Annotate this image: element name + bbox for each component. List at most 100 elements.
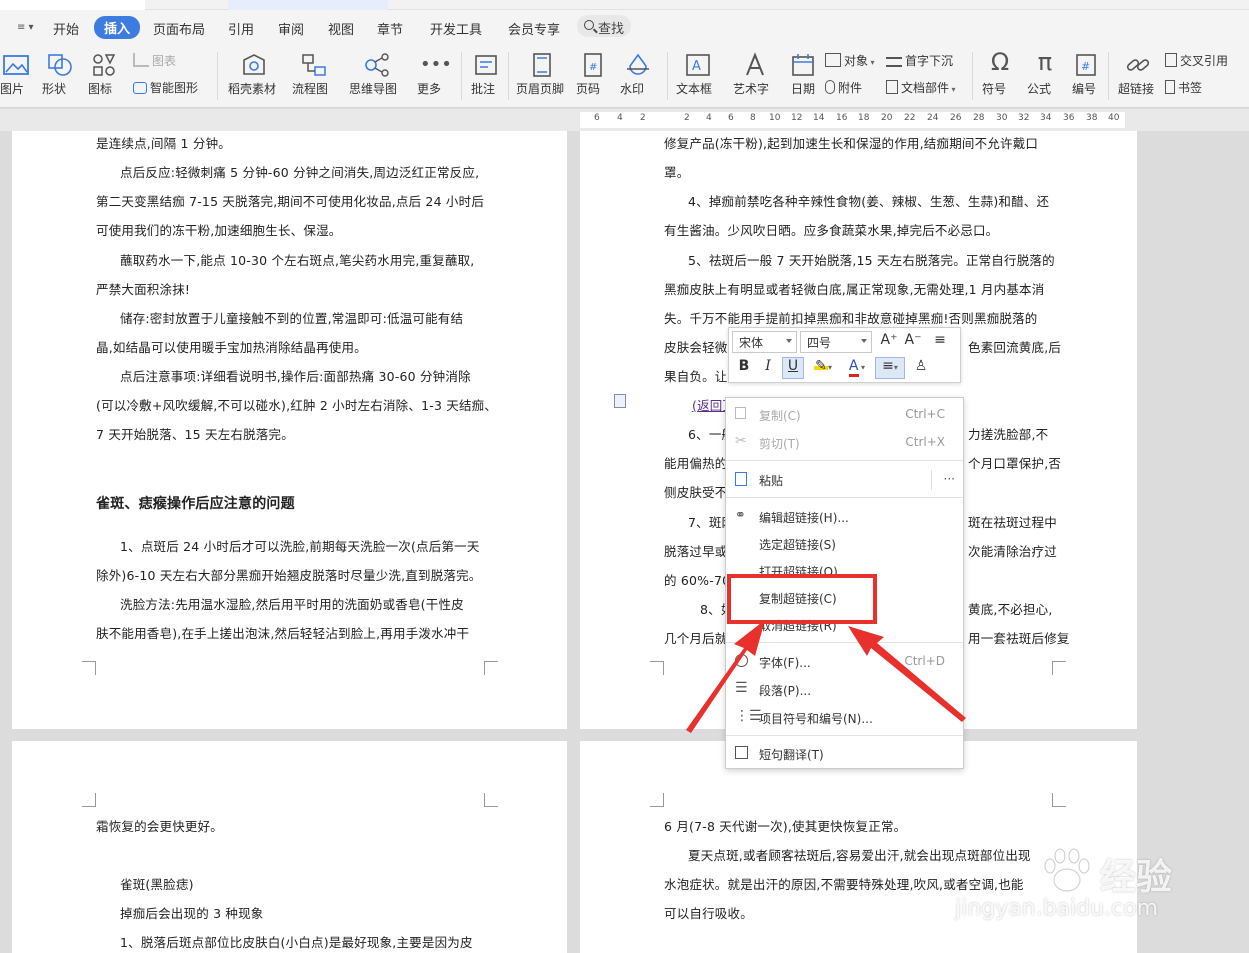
numbering-tool[interactable]: # 编号	[1070, 46, 1102, 106]
flowchart-tool[interactable]: 流程图	[290, 46, 338, 106]
menu-insert[interactable]: 插入	[94, 16, 141, 39]
paragraph-line: 是连续点,间隔 1 分钟。	[96, 136, 231, 151]
comment-icon	[475, 55, 497, 75]
mini-format-toolbar: 宋体 四号 A⁺ A⁻ ≡ B I U ✎▾ A ▾ ≡▾ ♙	[728, 327, 961, 383]
chart-tool[interactable]: 图表	[133, 52, 176, 72]
menu-paste[interactable]: 粘贴 ···	[726, 468, 963, 492]
paragraph-line: 严禁大面积涂抹!	[96, 282, 191, 297]
ruler-tick: 12	[791, 113, 803, 123]
menu-select-hyperlink[interactable]: 选定超链接(S)	[726, 532, 963, 556]
wordart-label: 艺术字	[733, 82, 770, 96]
dropcap-tool[interactable]: 首字下沉	[886, 52, 953, 72]
page-left-top[interactable]: 是连续点,间隔 1 分钟。 点后反应:轻微刺痛 5 分钟-60 分钟之间消失,周…	[12, 131, 567, 729]
paragraph-line: 脱落过早或	[664, 544, 728, 559]
paste-options-button[interactable]: ···	[944, 472, 955, 486]
margin-mark	[484, 661, 498, 675]
menu-page-layout[interactable]: 页面布局	[153, 19, 205, 38]
attachment-tool[interactable]: 附件	[825, 79, 862, 99]
grow-font-button[interactable]: A⁺	[879, 332, 899, 348]
page-left-bottom[interactable]: 霜恢复的会更快更好。 雀斑(黑脸痣) 掉痂后会出现的 3 种现象 1、脱落后斑点…	[12, 741, 567, 953]
bookmark-icon	[1165, 80, 1175, 94]
page-number-tool[interactable]: # 页码	[574, 46, 612, 106]
header-footer-tool[interactable]: 页眉页脚	[514, 46, 570, 106]
mindmap-tool[interactable]: 思维导图	[347, 46, 409, 106]
numbering-icon: #	[1076, 54, 1096, 76]
symbol-tool[interactable]: Ω 符号	[980, 46, 1018, 106]
menu-copy[interactable]: 复制(C) Ctrl+C	[726, 403, 963, 427]
more-label: 更多	[417, 82, 442, 96]
formula-label: 公式	[1027, 82, 1052, 96]
font-name-value: 宋体	[739, 336, 764, 350]
comment-tool[interactable]: 批注	[469, 46, 503, 106]
smart-shape-tool[interactable]: 智能图形	[133, 79, 198, 99]
menu-edit-hyperlink[interactable]: ⚭ 编辑超链接(H)...	[726, 505, 963, 529]
font-icon	[735, 654, 748, 667]
bold-button[interactable]: B	[734, 358, 754, 374]
paragraph-line: 失。千万不能用手提前扣掉黑痂和非故意碰掉黑痂!否则黑痂脱落的	[664, 311, 1038, 326]
font-size-select[interactable]: 四号	[800, 331, 872, 353]
bookmark-tool[interactable]: 书签	[1165, 79, 1202, 99]
textbox-tool[interactable]: A 文本框	[674, 46, 724, 106]
hyperlink-tool[interactable]: 超链接	[1116, 46, 1160, 106]
horizontal-ruler[interactable]: 6 4 2 2 4 6 8 10 12 14 16 18 20 22 24 26…	[0, 109, 1249, 131]
omega-icon: Ω	[990, 48, 1010, 76]
menu-separator	[726, 735, 963, 736]
italic-button[interactable]: I	[758, 358, 778, 374]
chart-label: 图表	[152, 54, 177, 68]
object-label: 对象	[844, 54, 869, 68]
line-spacing-button[interactable]: ≡	[927, 332, 953, 348]
icon-tool[interactable]: 图标	[86, 46, 122, 106]
menu-bullets[interactable]: ⋮☰ 项目符号和编号(N)...	[726, 706, 963, 730]
underline-button[interactable]: U	[782, 357, 804, 379]
document-tab[interactable]	[0, 0, 145, 10]
menu-paragraph[interactable]: ☰ 段落(P)...	[726, 678, 963, 702]
date-label: 日期	[791, 82, 816, 96]
watermark-url: jingyan.baidu.com	[955, 896, 1159, 921]
menu-review[interactable]: 审阅	[278, 19, 304, 38]
menu-translate[interactable]: 短句翻译(T)	[726, 742, 963, 766]
translate-icon	[735, 746, 748, 759]
menu-developer[interactable]: 开发工具	[430, 19, 482, 38]
paragraph-layout-icon[interactable]	[614, 394, 626, 408]
watermark-tool[interactable]: 水印	[618, 46, 658, 106]
align-button[interactable]: ≡▾	[875, 357, 905, 379]
menu-edit-hyperlink-label: 编辑超链接(H)...	[759, 511, 849, 525]
object-tool[interactable]: 对象 ▾	[825, 52, 875, 72]
search-button[interactable]: 查找	[577, 15, 631, 37]
picture-tool[interactable]: 图片	[0, 46, 34, 106]
dropcap-label: 首字下沉	[905, 54, 954, 68]
menu-cut[interactable]: ✂ 剪切(T) Ctrl+X	[726, 431, 963, 455]
ribbon-separator	[972, 52, 973, 100]
shape-tool[interactable]: 形状	[40, 46, 80, 106]
menu-view[interactable]: 视图	[328, 19, 354, 38]
menu-home[interactable]: 开始	[53, 19, 79, 38]
document-tab-active[interactable]	[228, 0, 388, 10]
paragraph-line: 黑痂皮肤上有明显或者轻微白底,属正常现象,无需处理,1 月内基本消	[664, 282, 1045, 297]
menu-paragraph-label: 段落(P)...	[759, 684, 812, 698]
date-tool[interactable]: 日期	[787, 46, 819, 106]
stock-material-tool[interactable]: 稻壳素材	[226, 46, 282, 106]
link-icon	[1126, 59, 1150, 71]
more-tool[interactable]: ••• 更多	[415, 46, 453, 106]
highlight-color-button[interactable]: ✎▾	[809, 358, 837, 374]
hyperlink-label: 超链接	[1118, 82, 1155, 96]
menu-member[interactable]: 会员专享	[508, 19, 560, 38]
cross-ref-tool[interactable]: 交叉引用	[1165, 52, 1228, 72]
formula-tool[interactable]: π 公式	[1025, 46, 1065, 106]
paragraph-line: 5、祛斑后一般 7 天开始脱落,15 天左右脱落完。正常自行脱落的	[688, 253, 1055, 268]
menu-section[interactable]: 章节	[377, 19, 403, 38]
icon-label: 图标	[88, 82, 113, 96]
doc-parts-tool[interactable]: 文档部件 ▾	[886, 79, 956, 99]
menu-references[interactable]: 引用	[228, 19, 254, 38]
menu-paste-label: 粘贴	[759, 474, 784, 488]
format-painter-icon[interactable]: ♙	[911, 358, 931, 374]
margin-mark	[1052, 661, 1066, 675]
menu-collapse-icon[interactable]: ≡ ▾	[17, 22, 34, 33]
font-name-select[interactable]: 宋体	[732, 331, 797, 353]
menu-font[interactable]: 字体(F)... Ctrl+D	[726, 650, 963, 674]
wordart-tool[interactable]: 艺术字	[731, 46, 781, 106]
shrink-font-button[interactable]: A⁻	[903, 332, 923, 348]
paragraph-line: 侧皮肤受不	[664, 485, 728, 500]
menu-bullets-label: 项目符号和编号(N)...	[759, 712, 873, 726]
font-color-button[interactable]: A ▾	[843, 358, 871, 377]
